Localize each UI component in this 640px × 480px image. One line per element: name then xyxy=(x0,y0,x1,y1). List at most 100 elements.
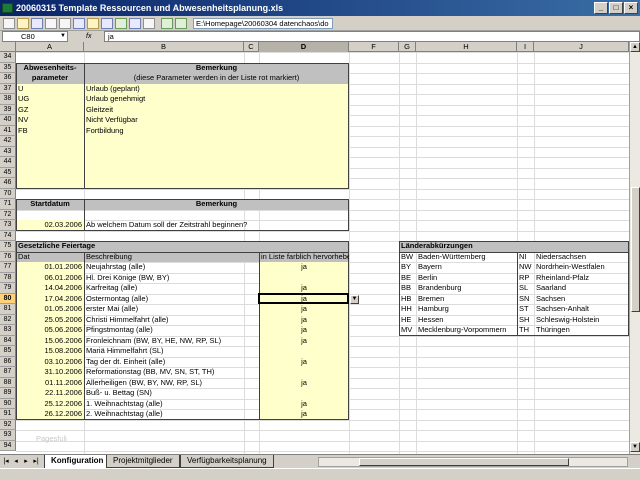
copy-icon[interactable] xyxy=(73,18,85,29)
chart-icon[interactable] xyxy=(115,18,127,29)
holiday-date[interactable]: 05.06.2006 xyxy=(16,325,84,336)
holiday-date[interactable]: 25.12.2006 xyxy=(16,399,84,410)
sort-icon[interactable] xyxy=(129,18,141,29)
absence-description[interactable]: Urlaub genehmigt xyxy=(84,94,349,105)
holiday-description[interactable]: Allerheiligen (BW, BY, NW, RP, SL) xyxy=(84,378,259,389)
prev-sheet-icon[interactable]: ◂ xyxy=(12,457,20,467)
formula-input[interactable]: ja xyxy=(104,31,640,42)
start-note[interactable]: Ab welchem Datum soll der Zeitstrahl beg… xyxy=(84,220,349,231)
holiday-description[interactable]: Karfreitag (alle) xyxy=(84,283,259,294)
column-header-h[interactable]: H xyxy=(416,42,517,52)
holiday-date[interactable]: 01.01.2006 xyxy=(16,262,84,273)
holiday-date[interactable]: 15.06.2006 xyxy=(16,336,84,347)
column-header-g[interactable]: G xyxy=(399,42,416,52)
holiday-highlight-flag[interactable]: ja xyxy=(259,378,349,389)
state-name[interactable]: Niedersachsen xyxy=(534,252,629,263)
last-sheet-icon[interactable]: ▸| xyxy=(32,457,40,467)
state-name[interactable]: Thüringen xyxy=(534,325,629,336)
holiday-highlight-flag[interactable] xyxy=(259,388,349,399)
horizontal-scroll-thumb[interactable] xyxy=(359,458,569,466)
holiday-date[interactable]: 25.05.2006 xyxy=(16,315,84,326)
column-header-d[interactable]: D xyxy=(259,42,349,52)
holiday-date[interactable]: 03.10.2006 xyxy=(16,357,84,368)
row-header-41[interactable]: 41 xyxy=(0,125,16,136)
scroll-down-icon[interactable]: ▼ xyxy=(630,442,640,452)
save-icon[interactable] xyxy=(31,18,43,29)
absence-code[interactable]: U xyxy=(16,84,84,95)
holiday-date[interactable]: 15.08.2006 xyxy=(16,346,84,357)
holiday-date[interactable]: 06.01.2006 xyxy=(16,273,84,284)
holiday-description[interactable]: Ostermontag (alle) xyxy=(84,294,259,305)
holiday-date[interactable]: 01.11.2006 xyxy=(16,378,84,389)
tab-verfuegbarkeitsplanung[interactable]: Verfügbarkeitsplanung xyxy=(180,455,274,468)
row-header-35[interactable]: 35 xyxy=(0,62,16,73)
start-header-remark[interactable]: Bemerkung xyxy=(84,199,349,210)
holiday-highlight-flag[interactable]: ja xyxy=(259,409,349,420)
row-header-90[interactable]: 90 xyxy=(0,398,16,409)
row-header-36[interactable]: 36 xyxy=(0,73,16,84)
state-name[interactable]: Saarland xyxy=(534,283,629,294)
holiday-highlight-flag[interactable]: ja xyxy=(259,315,349,326)
holiday-highlight-flag[interactable] xyxy=(259,367,349,378)
minimize-button[interactable]: _ xyxy=(594,2,608,14)
absence-code[interactable]: GZ xyxy=(16,105,84,116)
column-header-i[interactable]: I xyxy=(517,42,534,52)
row-header-82[interactable]: 82 xyxy=(0,314,16,325)
holiday-description[interactable]: Fronleichnam (BW, BY, HE, NW, RP, SL) xyxy=(84,336,259,347)
row-header-85[interactable]: 85 xyxy=(0,346,16,357)
forward-icon[interactable] xyxy=(175,18,187,29)
row-header-45[interactable]: 45 xyxy=(0,167,16,178)
holiday-description[interactable]: 1. Weihnachtstag (alle) xyxy=(84,399,259,410)
row-header-87[interactable]: 87 xyxy=(0,367,16,378)
holiday-description[interactable]: Reformationstag (BB, MV, SN, ST, TH) xyxy=(84,367,259,378)
holiday-description[interactable]: erster Mai (alle) xyxy=(84,304,259,315)
state-name[interactable]: Sachsen xyxy=(534,294,629,305)
holiday-highlight-flag[interactable] xyxy=(259,346,349,357)
holiday-date[interactable]: 26.12.2006 xyxy=(16,409,84,420)
holiday-highlight-flag[interactable]: ja xyxy=(259,262,349,273)
holiday-date[interactable]: 22.11.2006 xyxy=(16,388,84,399)
holidays-col-highlight[interactable]: in Liste farblich hervorheben? xyxy=(259,252,349,263)
absence-description[interactable]: Gleitzeit xyxy=(84,105,349,116)
holiday-description[interactable]: Mariä Himmelfahrt (SL) xyxy=(84,346,259,357)
state-name[interactable]: Brandenburg xyxy=(416,283,517,294)
holiday-description[interactable]: Pfingstmontag (alle) xyxy=(84,325,259,336)
column-header-c[interactable]: C xyxy=(244,42,259,52)
state-name[interactable]: Rheinland-Pfalz xyxy=(534,273,629,284)
row-header-81[interactable]: 81 xyxy=(0,304,16,315)
row-header-80[interactable]: 80 xyxy=(0,293,16,304)
absence-header-parameter[interactable]: Abwesenheits-parameter xyxy=(16,63,84,84)
open-icon[interactable] xyxy=(17,18,29,29)
cell-area[interactable]: Abwesenheits-parameter Bemerkung (diese Pa… xyxy=(16,52,629,454)
row-header-84[interactable]: 84 xyxy=(0,335,16,346)
state-name[interactable]: Bremen xyxy=(416,294,517,305)
row-header-76[interactable]: 76 xyxy=(0,251,16,262)
select-all-corner[interactable] xyxy=(0,42,16,52)
undo-icon[interactable] xyxy=(101,18,113,29)
row-header-34[interactable]: 34 xyxy=(0,52,16,63)
row-header-93[interactable]: 93 xyxy=(0,430,16,441)
maximize-button[interactable]: □ xyxy=(609,2,623,14)
tab-projektmitglieder[interactable]: Projektmitglieder xyxy=(106,455,180,468)
holiday-description[interactable]: Neujahrstag (alle) xyxy=(84,262,259,273)
holiday-highlight-flag[interactable]: ja xyxy=(259,304,349,315)
row-header-77[interactable]: 77 xyxy=(0,262,16,273)
start-date[interactable]: 02.03.2006 xyxy=(16,220,84,231)
row-header-75[interactable]: 75 xyxy=(0,241,16,252)
state-name[interactable]: Baden-Württemberg xyxy=(416,252,517,263)
absence-code[interactable]: FB xyxy=(16,126,84,137)
absence-description[interactable]: Fortbildung xyxy=(84,126,349,137)
column-header-a[interactable]: A xyxy=(16,42,84,52)
name-box[interactable]: C80 xyxy=(2,31,68,42)
watermark[interactable]: Pagesfuli xyxy=(34,434,94,445)
absence-header-remark[interactable]: Bemerkung xyxy=(84,63,349,74)
row-header-72[interactable]: 72 xyxy=(0,209,16,220)
row-header-74[interactable]: 74 xyxy=(0,230,16,241)
row-header-70[interactable]: 70 xyxy=(0,188,16,199)
row-header-73[interactable]: 73 xyxy=(0,220,16,231)
absence-description[interactable]: Urlaub (geplant) xyxy=(84,84,349,95)
state-name[interactable]: Hamburg xyxy=(416,304,517,315)
row-header-46[interactable]: 46 xyxy=(0,178,16,189)
holiday-date[interactable]: 14.04.2006 xyxy=(16,283,84,294)
state-name[interactable]: Hessen xyxy=(416,315,517,326)
